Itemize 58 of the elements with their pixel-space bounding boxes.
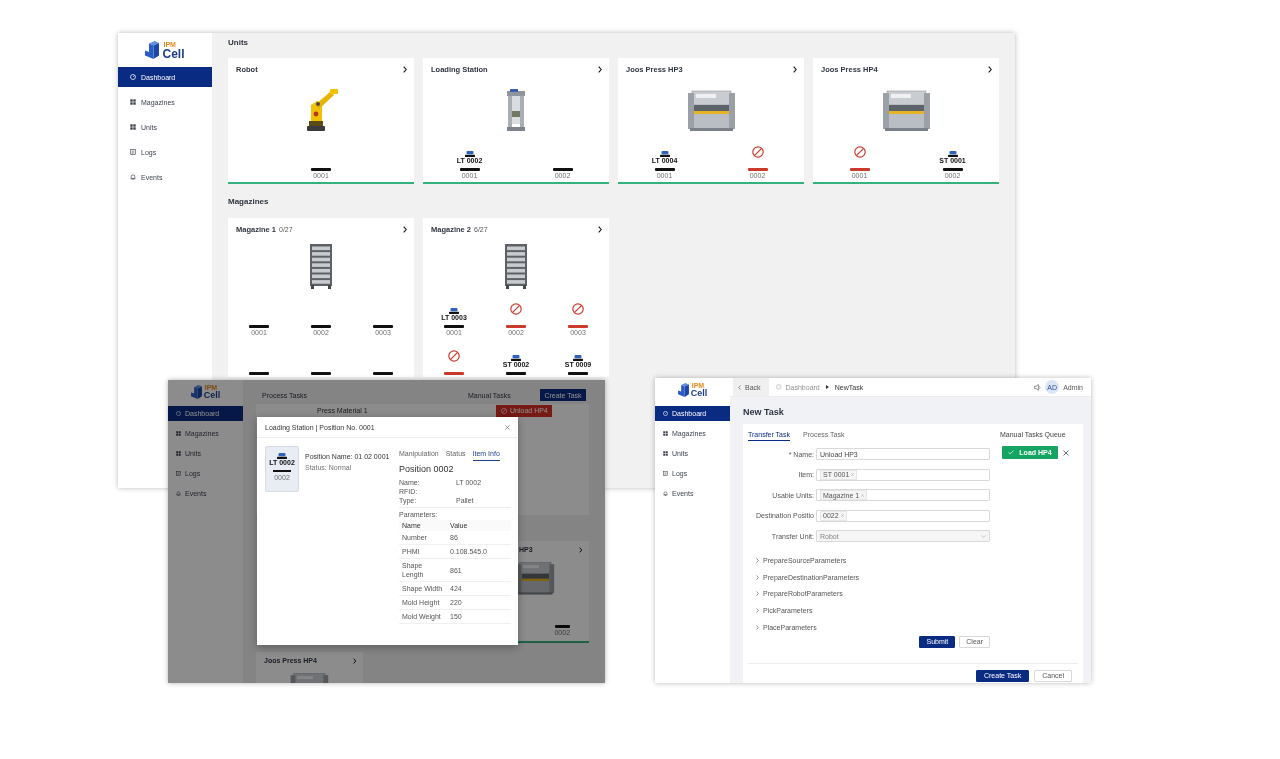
logo-wordmark: Cell (690, 388, 708, 398)
press-machine-drawing (515, 560, 556, 596)
chevron-right-icon[interactable] (598, 65, 602, 73)
tray-icon (511, 355, 521, 361)
bell-icon (663, 491, 668, 496)
grid-icon (176, 431, 181, 436)
chevron-left-icon (738, 384, 741, 390)
grid-icon (663, 431, 668, 436)
grid-icon (176, 451, 181, 456)
logo-wordmark: Cell (162, 47, 185, 60)
cube-logo-icon (677, 382, 689, 397)
section-title: Units (228, 38, 249, 48)
prohibited-icon (501, 408, 507, 414)
close-icon[interactable] (1063, 449, 1069, 456)
page-title: New Task (743, 407, 785, 418)
storage-rack-drawing (504, 243, 528, 289)
tray-icon (277, 453, 287, 459)
press-machine-drawing (685, 88, 737, 132)
document-icon (176, 471, 181, 476)
tray-icon (464, 151, 475, 157)
tray-icon (659, 151, 670, 157)
chevron-right-icon[interactable] (988, 65, 992, 73)
prohibited-icon (448, 350, 460, 362)
grid-icon (663, 451, 668, 456)
press-machine-drawing (880, 88, 932, 132)
check-icon (1008, 450, 1015, 455)
grid-icon (130, 124, 136, 130)
prohibited-icon (853, 146, 866, 158)
storage-rack-drawing (309, 243, 333, 289)
cube-logo-icon (190, 384, 202, 399)
tray-icon (449, 308, 459, 314)
prohibited-icon (510, 303, 522, 315)
chevron-right-icon[interactable] (403, 65, 407, 73)
loading-station-drawing (506, 88, 526, 132)
cube-logo-icon (145, 41, 160, 59)
tray-icon (573, 355, 583, 361)
chevron-down-icon (981, 534, 986, 538)
gauge-icon (776, 384, 782, 390)
bell-icon (176, 491, 181, 496)
caret-right-icon (825, 385, 829, 389)
chevron-right-icon[interactable] (793, 65, 797, 73)
gauge-icon (663, 411, 668, 416)
position-heading: Position 0002 (399, 464, 455, 475)
speaker-icon[interactable] (1034, 383, 1042, 391)
bell-icon (130, 174, 136, 180)
gauge-icon (176, 411, 181, 416)
close-icon[interactable] (505, 424, 510, 430)
prohibited-icon (572, 303, 584, 315)
chevron-right-icon[interactable] (403, 225, 407, 233)
grid-icon (130, 99, 136, 105)
chevron-right-icon[interactable] (598, 225, 602, 233)
gauge-icon (130, 74, 136, 80)
document-icon (663, 471, 668, 476)
document-icon (130, 149, 136, 155)
prohibited-icon (751, 146, 764, 158)
tray-icon (947, 151, 958, 157)
section-title: Magazines (228, 197, 270, 207)
logo-wordmark: Cell (203, 390, 221, 400)
